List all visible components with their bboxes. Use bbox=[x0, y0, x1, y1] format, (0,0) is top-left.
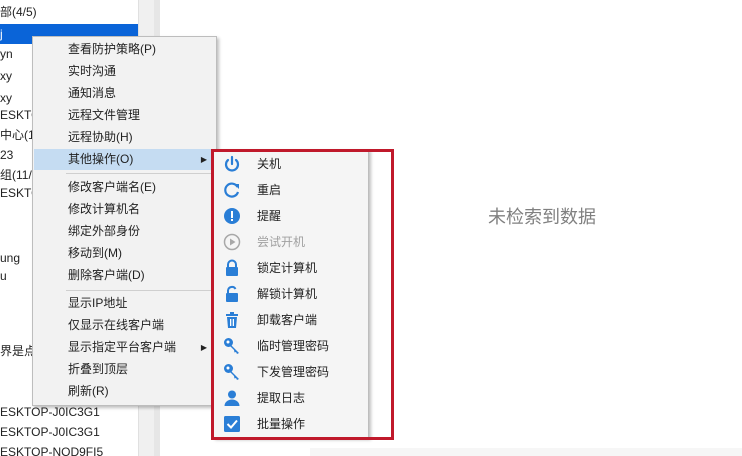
menu-item-other-ops[interactable]: 其他操作(O) ▶ bbox=[34, 149, 215, 170]
submenu-arrow-icon: ▶ bbox=[200, 155, 207, 164]
tree-row[interactable]: ESKTOP-J0IC3G1 bbox=[0, 422, 100, 442]
menu-item-bind-identity[interactable]: 绑定外部身份 bbox=[34, 221, 215, 242]
submenu-item-lock[interactable]: 锁定计算机 bbox=[215, 255, 367, 281]
menu-item-online-only[interactable]: 仅显示在线客户端 bbox=[34, 315, 215, 336]
menu-item-remote-assist[interactable]: 远程协助(H) bbox=[34, 127, 215, 148]
empty-state-text: 未检索到数据 bbox=[488, 207, 596, 227]
submenu-item-unlock[interactable]: 解锁计算机 bbox=[215, 281, 367, 307]
submenu-item-issue-password[interactable]: 下发管理密码 bbox=[215, 359, 367, 385]
power-icon bbox=[224, 155, 240, 172]
key-icon bbox=[224, 364, 239, 380]
tree-row[interactable]: 界是点 bbox=[0, 341, 36, 361]
tree-row[interactable]: 23 bbox=[0, 145, 13, 165]
tree-row[interactable]: u bbox=[0, 266, 7, 286]
play-icon bbox=[223, 233, 241, 251]
tree-row[interactable]: ESKTOP-NOD9FI5 bbox=[0, 442, 103, 456]
context-menu: 查看防护策略(P) 实时沟通 通知消息 远程文件管理 远程协助(H) 其他操作(… bbox=[32, 36, 217, 406]
menu-item-realtime-chat[interactable]: 实时沟通 bbox=[34, 61, 215, 82]
menu-separator bbox=[66, 290, 212, 291]
checkbox-icon bbox=[224, 416, 240, 432]
user-icon bbox=[224, 390, 240, 406]
trash-icon bbox=[226, 312, 238, 328]
menu-item-collapse-top[interactable]: 折叠到顶层 bbox=[34, 359, 215, 380]
tree-row[interactable]: ung bbox=[0, 248, 20, 268]
menu-item-delete-client[interactable]: 删除客户端(D) bbox=[34, 265, 215, 286]
menu-item-rename-computer[interactable]: 修改计算机名 bbox=[34, 199, 215, 220]
submenu-arrow-icon: ▶ bbox=[200, 343, 207, 352]
bottom-strip bbox=[310, 448, 742, 456]
submenu-item-extract-log[interactable]: 提取日志 bbox=[215, 385, 367, 411]
menu-item-notify[interactable]: 通知消息 bbox=[34, 83, 215, 104]
submenu-item-uninstall[interactable]: 卸载客户端 bbox=[215, 307, 367, 333]
submenu-item-remind[interactable]: 提醒 bbox=[215, 203, 367, 229]
unlock-icon bbox=[226, 285, 238, 302]
lock-icon bbox=[226, 259, 238, 276]
menu-item-remote-files[interactable]: 远程文件管理 bbox=[34, 105, 215, 126]
tree-row[interactable]: 组(11/ bbox=[0, 165, 32, 185]
alert-icon bbox=[224, 208, 240, 224]
tree-row[interactable]: 部(4/5) bbox=[0, 2, 37, 22]
submenu-item-temp-password[interactable]: 临时管理密码 bbox=[215, 333, 367, 359]
submenu-item-batch[interactable]: 批量操作 bbox=[215, 411, 367, 437]
menu-item-rename-client[interactable]: 修改客户端名(E) bbox=[34, 177, 215, 198]
menu-item-show-ip[interactable]: 显示IP地址 bbox=[34, 293, 215, 314]
menu-separator bbox=[66, 173, 212, 174]
submenu-other-ops: 关机 重启 提醒 尝试开机 锁定计算机 解锁计算机 卸载客户端 临时管理密码 下… bbox=[213, 149, 369, 438]
menu-item-view-policy[interactable]: 查看防护策略(P) bbox=[34, 39, 215, 60]
restart-icon bbox=[224, 182, 240, 198]
menu-item-move-to[interactable]: 移动到(M) bbox=[34, 243, 215, 264]
key-icon bbox=[224, 338, 239, 354]
submenu-item-restart[interactable]: 重启 bbox=[215, 177, 367, 203]
submenu-item-shutdown[interactable]: 关机 bbox=[215, 151, 367, 177]
menu-item-platform-filter[interactable]: 显示指定平台客户端 ▶ bbox=[34, 337, 215, 358]
submenu-item-try-boot[interactable]: 尝试开机 bbox=[215, 229, 367, 255]
menu-item-refresh[interactable]: 刷新(R) bbox=[34, 381, 215, 402]
tree-row[interactable]: xy bbox=[0, 66, 12, 86]
tree-row[interactable]: yn bbox=[0, 44, 13, 64]
